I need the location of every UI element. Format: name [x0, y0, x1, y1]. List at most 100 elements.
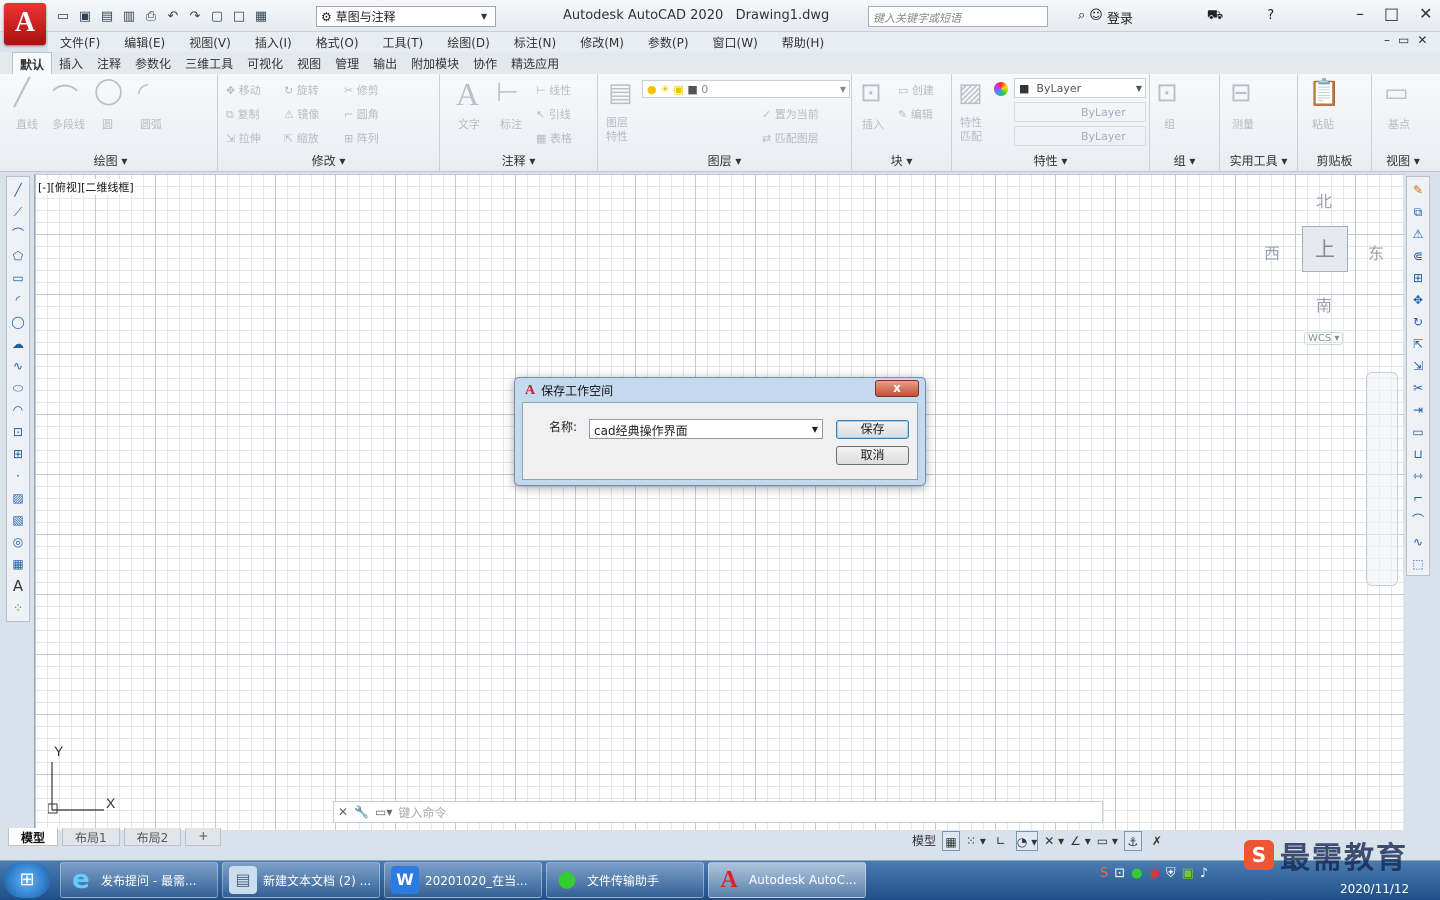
- window-icon[interactable]: □: [229, 7, 249, 27]
- undo-icon[interactable]: ↶: [163, 7, 183, 27]
- dialog-close-button[interactable]: x: [875, 380, 919, 397]
- ellipse-tool-icon[interactable]: ⬭: [10, 379, 26, 397]
- ribbon-stretch[interactable]: ⇲ 拉伸: [226, 130, 261, 146]
- panel-title-properties[interactable]: 特性 ▾: [952, 152, 1149, 169]
- panel-title-utilities[interactable]: 实用工具 ▾: [1220, 152, 1297, 169]
- annotation-scale-icon[interactable]: ⚓: [1123, 831, 1142, 851]
- copy-tool-icon[interactable]: ⧉: [1410, 203, 1426, 221]
- ribbon-tab-2[interactable]: 注释: [90, 52, 128, 74]
- ribbon-leader[interactable]: ↖ 引线: [536, 106, 571, 122]
- table-tool-icon[interactable]: ▦: [10, 555, 26, 573]
- extend-tool-icon[interactable]: ⇥: [1410, 401, 1426, 419]
- wechat-tray-icon[interactable]: ●: [1131, 866, 1142, 881]
- menu-item-0[interactable]: 文件(F): [48, 32, 112, 52]
- gradient-tool-icon[interactable]: ▧: [10, 511, 26, 529]
- help-icon[interactable]: ?: [1267, 8, 1274, 27]
- viewcube-top-face[interactable]: 上: [1302, 226, 1348, 272]
- maximize-button[interactable]: □: [1384, 4, 1399, 23]
- application-menu-button[interactable]: A: [4, 3, 46, 45]
- panel-title-layers[interactable]: 图层 ▾: [598, 152, 851, 169]
- menu-item-11[interactable]: 帮助(H): [770, 32, 836, 52]
- ribbon-tab-1[interactable]: 插入: [52, 52, 90, 74]
- join-tool-icon[interactable]: ⇿: [1410, 467, 1426, 485]
- ellipse-arc-tool-icon[interactable]: ◠: [10, 401, 26, 419]
- viewcube-south[interactable]: 南: [1316, 292, 1332, 316]
- sheet-icon[interactable]: ▦: [251, 7, 271, 27]
- antivirus-icon[interactable]: ◉: [1149, 866, 1160, 881]
- menu-item-9[interactable]: 参数(P): [636, 32, 701, 52]
- panel-title-group[interactable]: 组 ▾: [1150, 152, 1219, 169]
- menu-item-10[interactable]: 窗口(W): [701, 32, 770, 52]
- layout-tab-2[interactable]: 布局2: [123, 828, 182, 846]
- model-space-button[interactable]: 模型: [912, 831, 936, 851]
- insert-block-tool-icon[interactable]: ⊡: [10, 423, 26, 441]
- menu-item-4[interactable]: 格式(O): [304, 32, 371, 52]
- task-wechat[interactable]: ● 文件传输助手: [546, 862, 704, 898]
- task-word[interactable]: W 20201020_在当...: [384, 862, 542, 898]
- open-file-icon[interactable]: ▣: [75, 7, 95, 27]
- ribbon-text[interactable]: 文字: [458, 116, 480, 132]
- chamfer-tool-icon[interactable]: ⌐: [1410, 489, 1426, 507]
- search-input[interactable]: 键入关键字或短语: [868, 6, 1048, 27]
- panel-title-block[interactable]: 块 ▾: [852, 152, 951, 169]
- ribbon-tab-7[interactable]: 管理: [328, 52, 366, 74]
- ribbon-scale[interactable]: ⇱ 缩放: [284, 130, 319, 146]
- rectangle-tool-icon[interactable]: ▭: [10, 269, 26, 287]
- workspace-name-select[interactable]: cad经典操作界面 ▼: [589, 419, 823, 439]
- ribbon-rotate[interactable]: ↻ 旋转: [284, 82, 319, 98]
- region-tool-icon[interactable]: ◎: [10, 533, 26, 551]
- linetype-dropdown[interactable]: ByLayer: [1014, 102, 1146, 122]
- ribbon-circle[interactable]: 圆: [102, 116, 113, 132]
- panel-title-view[interactable]: 视图 ▾: [1372, 152, 1434, 169]
- ribbon-edit[interactable]: ✎ 编辑: [898, 106, 933, 122]
- color-dropdown[interactable]: ■ ByLayer ▼: [1014, 78, 1146, 98]
- save-as-icon[interactable]: ▥: [119, 7, 139, 27]
- explode-tool-icon[interactable]: ⬚: [1410, 555, 1426, 573]
- stretch-tool-icon[interactable]: ⇲: [1410, 357, 1426, 375]
- lineweight-dropdown[interactable]: ByLayer: [1014, 126, 1146, 146]
- menu-item-3[interactable]: 插入(I): [243, 32, 304, 52]
- menu-item-7[interactable]: 标注(N): [502, 32, 568, 52]
- ribbon-tab-6[interactable]: 视图: [290, 52, 328, 74]
- minimize-button[interactable]: –: [1356, 4, 1364, 23]
- trim-tool-icon[interactable]: ✂: [1410, 379, 1426, 397]
- ribbon-match-layer[interactable]: ⇄ 匹配图层: [762, 130, 819, 146]
- array-tool-icon[interactable]: ⊞: [1410, 269, 1426, 287]
- panel-title-clipboard[interactable]: 剪贴板: [1298, 152, 1371, 169]
- login-button[interactable]: ⌕ ☺ 登录 ⛟?: [1078, 8, 1274, 27]
- move-tool-icon[interactable]: ✥: [1410, 291, 1426, 309]
- construction-line-tool-icon[interactable]: ⟋: [10, 203, 26, 221]
- ribbon-tab-11[interactable]: 精选应用: [504, 52, 566, 74]
- ribbon-tab-0[interactable]: 默认: [12, 52, 53, 74]
- revcloud-tool-icon[interactable]: ☁: [10, 335, 26, 353]
- plot-icon[interactable]: ⎙: [141, 7, 161, 27]
- shield-icon[interactable]: ⛨: [1166, 866, 1176, 881]
- rotate-tool-icon[interactable]: ↻: [1410, 313, 1426, 331]
- layout-tab-0[interactable]: 模型: [8, 828, 59, 846]
- new-file-icon[interactable]: ▭: [53, 7, 73, 27]
- command-line[interactable]: ✕ 🔧 ▭▾ 键入命令: [333, 801, 1103, 823]
- line-tool-icon[interactable]: ╱: [10, 181, 26, 199]
- viewcube-north[interactable]: 北: [1316, 188, 1332, 212]
- command-input[interactable]: 键入命令: [398, 804, 446, 821]
- layout-tab-1[interactable]: 布局1: [62, 828, 120, 846]
- panel-title-draw[interactable]: 绘图 ▾: [4, 152, 217, 169]
- menu-item-8[interactable]: 修改(M): [568, 32, 636, 52]
- blend-tool-icon[interactable]: ∿: [1410, 533, 1426, 551]
- viewcube-east[interactable]: 东: [1368, 240, 1384, 264]
- ribbon-array[interactable]: ⊞ 阵列: [344, 130, 379, 146]
- nvidia-icon[interactable]: ▣: [1182, 866, 1194, 881]
- close-icon[interactable]: ✕: [338, 805, 348, 819]
- viewcube[interactable]: 北 西 东 南 上 WCS ▾: [1260, 186, 1390, 346]
- wcs-menu[interactable]: WCS ▾: [1304, 332, 1344, 345]
- polar-icon[interactable]: ◔ ▾: [1015, 831, 1039, 851]
- point-tool-icon[interactable]: ·: [10, 467, 26, 485]
- transparency-icon[interactable]: ▭ ▾: [1097, 831, 1118, 851]
- doc-minimize-button[interactable]: –: [1384, 33, 1390, 47]
- ribbon-line[interactable]: 直线: [16, 116, 38, 132]
- ribbon-tab-3[interactable]: 参数化: [128, 52, 178, 74]
- redo-icon[interactable]: ↷: [185, 7, 205, 27]
- workspace-switcher[interactable]: ⚙ 草图与注释 ▼: [316, 6, 496, 27]
- cancel-button[interactable]: 取消: [836, 446, 909, 465]
- drawing-canvas[interactable]: [34, 174, 1404, 830]
